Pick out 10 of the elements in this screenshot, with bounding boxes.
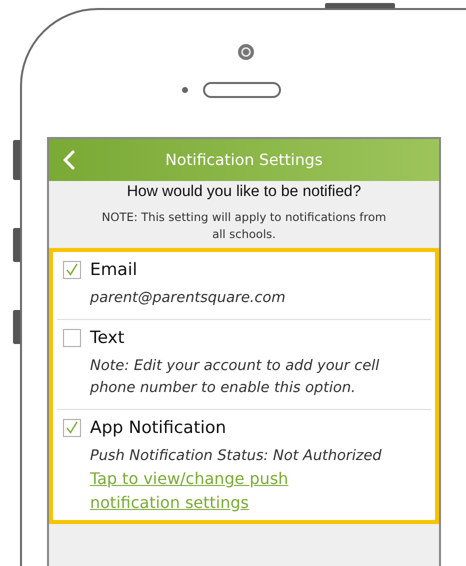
prompt-text: How would you like to be notified? [126,183,362,201]
option-detail: Note: Edit your account to add your cell phone number to enable this option. [90,357,380,398]
note-text: NOTE: This setting will apply to notifications from all schools. [100,209,388,242]
option-label: App Notification [90,418,226,438]
option-detail: parent@parentsquare.com [90,289,286,308]
option-detail: Push Notification Status: Not Authorized [90,446,383,466]
push-settings-link[interactable]: Tap to view/change push notification settings [90,467,310,514]
option-label: Text [90,328,124,348]
option-label: Email [90,260,138,280]
screen-title: Notification Settings [165,151,323,169]
